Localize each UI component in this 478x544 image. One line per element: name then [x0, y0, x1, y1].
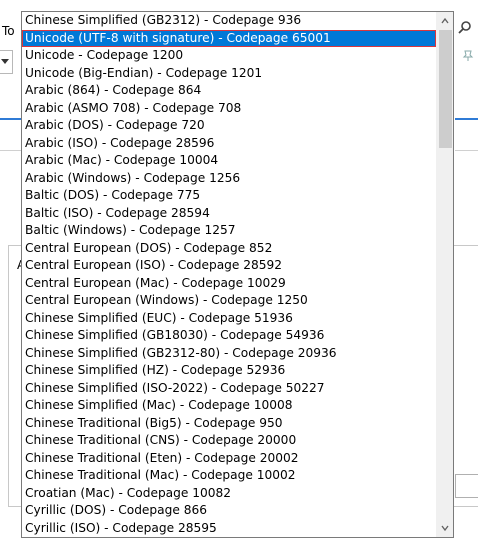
scroll-thumb[interactable]	[439, 30, 452, 148]
encoding-option[interactable]: Chinese Simplified (ISO-2022) - Codepage…	[22, 380, 436, 398]
encoding-option[interactable]: Chinese Simplified (GB2312-80) - Codepag…	[22, 345, 436, 363]
encoding-option[interactable]: Chinese Simplified (HZ) - Codepage 52936	[22, 362, 436, 380]
encoding-option[interactable]: Arabic (864) - Codepage 864	[22, 82, 436, 100]
encoding-option[interactable]: Chinese Simplified (EUC) - Codepage 5193…	[22, 310, 436, 328]
chevron-down-icon	[441, 525, 449, 532]
encoding-option[interactable]: Cyrillic (ISO) - Codepage 28595	[22, 520, 436, 538]
encoding-option[interactable]: Baltic (Windows) - Codepage 1257	[22, 222, 436, 240]
vertical-scrollbar[interactable]	[436, 12, 453, 537]
tab-underline	[455, 118, 478, 120]
encoding-option[interactable]: Central European (ISO) - Codepage 28592	[22, 257, 436, 275]
background-button[interactable]	[455, 474, 478, 498]
encoding-option[interactable]: Baltic (ISO) - Codepage 28594	[22, 205, 436, 223]
encoding-option[interactable]: Cyrillic (DOS) - Codepage 866	[22, 502, 436, 520]
encoding-option[interactable]: Baltic (DOS) - Codepage 775	[22, 187, 436, 205]
encoding-option[interactable]: Central European (Windows) - Codepage 12…	[22, 292, 436, 310]
encoding-option[interactable]: Unicode (Big-Endian) - Codepage 1201	[22, 65, 436, 83]
chevron-up-icon	[441, 17, 449, 24]
encoding-option[interactable]: Chinese Traditional (Eten) - Codepage 20…	[22, 450, 436, 468]
page: To A Chinese Simplified (GB2312) - Codep…	[0, 0, 478, 544]
scroll-down-button[interactable]	[437, 520, 453, 537]
encoding-option[interactable]: Chinese Traditional (CNS) - Codepage 200…	[22, 432, 436, 450]
search-icon[interactable]	[458, 20, 474, 36]
encoding-option[interactable]: Chinese Simplified (GB2312) - Codepage 9…	[22, 12, 436, 30]
encoding-option[interactable]: Chinese Simplified (GB18030) - Codepage …	[22, 327, 436, 345]
chevron-down-icon	[1, 59, 9, 64]
encoding-option[interactable]: Unicode - Codepage 1200	[22, 47, 436, 65]
encoding-option[interactable]: Central European (DOS) - Codepage 852	[22, 240, 436, 258]
tab-underline	[0, 118, 22, 120]
encoding-option[interactable]: Chinese Traditional (Mac) - Codepage 100…	[22, 467, 436, 485]
encoding-option[interactable]: Unicode (UTF-8 with signature) - Codepag…	[22, 29, 436, 47]
toolbar-label: To	[2, 24, 15, 38]
encoding-option[interactable]: Arabic (Windows) - Codepage 1256	[22, 170, 436, 188]
background-combobox[interactable]	[0, 50, 13, 74]
encoding-options: Chinese Simplified (GB2312) - Codepage 9…	[22, 12, 436, 537]
encoding-option[interactable]: Croatian (Mac) - Codepage 10082	[22, 485, 436, 503]
encoding-dropdown-list[interactable]: Chinese Simplified (GB2312) - Codepage 9…	[21, 11, 454, 538]
encoding-option[interactable]: Chinese Traditional (Big5) - Codepage 95…	[22, 415, 436, 433]
encoding-option[interactable]: Arabic (Mac) - Codepage 10004	[22, 152, 436, 170]
encoding-option[interactable]: Central European (Mac) - Codepage 10029	[22, 275, 436, 293]
encoding-option[interactable]: Chinese Simplified (Mac) - Codepage 1000…	[22, 397, 436, 415]
pin-icon[interactable]	[462, 50, 474, 65]
encoding-option[interactable]: Arabic (ASMO 708) - Codepage 708	[22, 100, 436, 118]
divider	[0, 150, 22, 151]
encoding-option[interactable]: Arabic (DOS) - Codepage 720	[22, 117, 436, 135]
encoding-option[interactable]: Arabic (ISO) - Codepage 28596	[22, 135, 436, 153]
scroll-up-button[interactable]	[437, 12, 453, 29]
divider	[455, 150, 478, 151]
